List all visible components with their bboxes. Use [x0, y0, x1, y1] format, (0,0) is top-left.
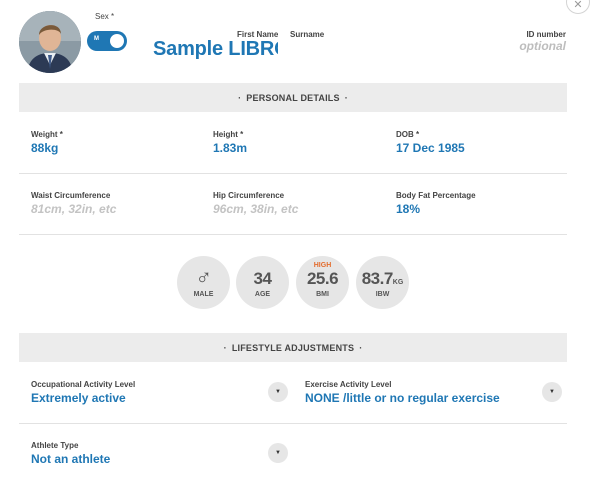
sex-toggle-value: M: [94, 36, 99, 42]
age-stat-value: 34: [253, 269, 272, 288]
surname-label: Surname: [290, 30, 325, 39]
athlete-type-value: Not an athlete: [31, 452, 111, 466]
waist-field[interactable]: Waist Circumference 81cm, 32in, etc: [31, 191, 116, 216]
age-stat: 34 AGE: [236, 256, 289, 309]
weight-field[interactable]: Weight * 88kg: [31, 130, 63, 155]
body-fat-label: Body Fat Percentage: [396, 191, 476, 200]
ibw-stat-label: IBW: [375, 291, 390, 298]
close-icon: ✕: [573, 0, 583, 11]
sex-label: Sex *: [95, 12, 115, 21]
hip-field[interactable]: Hip Circumference 96cm, 38in, etc: [213, 191, 298, 216]
triangle-down-icon: ▼: [275, 450, 281, 456]
occupational-activity-field[interactable]: Occupational Activity Level Extremely ac…: [31, 380, 135, 405]
ibw-stat: 83.7KG IBW: [356, 256, 409, 309]
divider: [19, 423, 567, 424]
bmi-high-badge: HIGH: [313, 262, 332, 269]
waist-placeholder: 81cm, 32in, etc: [31, 202, 117, 216]
height-value: 1.83m: [213, 141, 248, 155]
athlete-type-field[interactable]: Athlete Type Not an athlete: [31, 441, 110, 466]
divider: [19, 234, 567, 235]
body-fat-value: 18%: [396, 202, 421, 216]
height-field[interactable]: Height * 1.83m: [213, 130, 247, 155]
waist-label: Waist Circumference: [31, 191, 111, 200]
bmi-stat-label: BMI: [316, 291, 329, 298]
male-symbol-icon: ♂: [195, 264, 213, 289]
avatar[interactable]: [19, 11, 81, 73]
exercise-activity-value: NONE /little or no regular exercise: [305, 391, 500, 405]
sex-stat-label: MALE: [193, 291, 214, 298]
body-fat-field[interactable]: Body Fat Percentage 18%: [396, 191, 476, 216]
hip-label: Hip Circumference: [213, 191, 285, 200]
avatar-photo: [19, 11, 81, 73]
name-field[interactable]: Sample LIBRO: [153, 38, 278, 61]
bmi-stat-value: 25.6: [306, 269, 339, 288]
occupational-activity-value: Extremely active: [31, 391, 126, 405]
dob-label: DOB *: [396, 130, 420, 139]
triangle-down-icon: ▼: [275, 389, 281, 395]
bmi-stat: HIGH 25.6 BMI: [296, 256, 349, 309]
age-stat-label: AGE: [254, 291, 271, 298]
dob-field[interactable]: DOB * 17 Dec 1985: [396, 130, 465, 155]
weight-label: Weight *: [31, 130, 63, 139]
exercise-activity-label: Exercise Activity Level: [305, 380, 392, 389]
height-label: Height *: [213, 130, 244, 139]
id-number-label: ID number: [526, 30, 566, 39]
ibw-stat-value: 83.7: [361, 269, 394, 288]
triangle-down-icon: ▼: [549, 389, 555, 395]
weight-value: 88kg: [31, 141, 59, 155]
ibw-stat-value-wrap: 83.7KG: [356, 269, 409, 289]
sex-toggle[interactable]: M: [87, 31, 127, 51]
occupational-activity-dropdown-button[interactable]: ▼: [268, 382, 288, 402]
toggle-knob: [108, 32, 126, 50]
athlete-type-label: Athlete Type: [31, 441, 79, 450]
divider: [19, 173, 567, 174]
exercise-activity-field[interactable]: Exercise Activity Level NONE /little or …: [305, 380, 500, 405]
athlete-type-dropdown-button[interactable]: ▼: [268, 443, 288, 463]
personal-details-title: PERSONAL DETAILS: [246, 92, 340, 103]
occupational-activity-label: Occupational Activity Level: [31, 380, 136, 389]
hip-placeholder: 96cm, 38in, etc: [213, 202, 299, 216]
exercise-activity-dropdown-button[interactable]: ▼: [542, 382, 562, 402]
sex-stat: ♂ MALE: [177, 256, 230, 309]
ibw-stat-unit: KG: [392, 279, 404, 286]
dob-value: 17 Dec 1985: [396, 141, 465, 155]
close-button[interactable]: ✕: [566, 0, 590, 14]
personal-details-header: · PERSONAL DETAILS ·: [19, 83, 567, 112]
lifestyle-header: · LIFESTYLE ADJUSTMENTS ·: [19, 333, 567, 362]
lifestyle-title: LIFESTYLE ADJUSTMENTS: [231, 342, 355, 353]
id-number-field[interactable]: optional: [490, 39, 566, 53]
